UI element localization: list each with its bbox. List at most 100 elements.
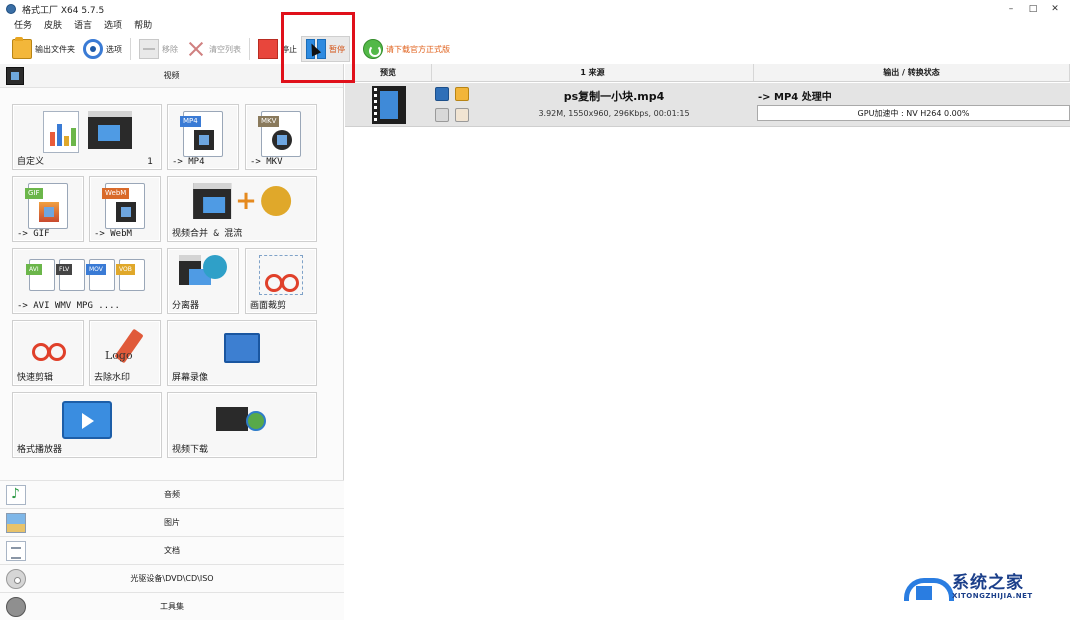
stop-label: 停止 xyxy=(281,44,297,54)
eraser-icon xyxy=(105,327,145,367)
tile-label: 视频合并 & 混流 xyxy=(172,229,243,239)
menu-bar: 任务 皮肤 语言 选项 帮助 xyxy=(0,18,158,34)
tile-video-merge[interactable]: + 视频合并 & 混流 xyxy=(167,176,317,242)
tile-crop[interactable]: 画面裁剪 xyxy=(245,248,317,314)
tile-to-gif[interactable]: GIF -> GIF xyxy=(12,176,84,242)
avi-file-icon: AVI xyxy=(26,259,55,291)
settings-icon[interactable] xyxy=(435,108,449,122)
download-official-link[interactable]: 请下载官方正式版 xyxy=(359,36,454,62)
download-official-label: 请下载官方正式版 xyxy=(386,44,450,54)
menu-options[interactable]: 选项 xyxy=(98,18,128,34)
player-art xyxy=(62,401,112,439)
audio-icon xyxy=(6,485,26,505)
image-icon xyxy=(6,513,26,533)
house-logo-icon xyxy=(904,570,954,602)
clear-list-label: 清空列表 xyxy=(209,44,241,54)
tile-format-player[interactable]: 格式播放器 xyxy=(12,392,162,458)
category-label: 音频 xyxy=(164,490,180,499)
folder-icon[interactable] xyxy=(455,87,469,101)
column-header-output[interactable]: 输出 / 转换状态 xyxy=(754,64,1070,81)
mkv-file-icon: MKV xyxy=(258,111,301,157)
copy-icon[interactable] xyxy=(455,108,469,122)
close-button[interactable]: ✕ xyxy=(1044,2,1066,16)
window-title: 格式工厂 X64 5.7.5 xyxy=(22,5,105,16)
file-tag: VOB xyxy=(116,264,135,275)
remove-button[interactable]: 移除 xyxy=(135,36,182,62)
film-icon xyxy=(193,183,232,219)
tile-to-multi-format[interactable]: AVI FLV MOV VOB -> AVI WMV MPG .... xyxy=(12,248,162,314)
info-icon[interactable] xyxy=(435,87,449,101)
task-list: 预览 1 来源 输出 / 转换状态 ps复制一小块.mp4 3.92M, 155… xyxy=(345,64,1070,620)
category-label: 文档 xyxy=(164,546,180,555)
toolbar-divider xyxy=(130,38,131,60)
file-tag: MOV xyxy=(86,264,106,275)
category-document[interactable]: 文档 xyxy=(0,536,344,564)
custom-art xyxy=(43,111,132,153)
output-folder-button[interactable]: 输出文件夹 xyxy=(8,36,79,62)
category-video[interactable]: 视频 xyxy=(0,64,343,88)
tile-to-mp4[interactable]: MP4 -> MP4 xyxy=(167,104,239,170)
maximize-button[interactable]: □ xyxy=(1022,2,1044,16)
mp4-file-art: MP4 xyxy=(180,111,223,157)
watermark-url: XITONGZHIJIA.NET xyxy=(952,592,1033,600)
tile-label: 屏幕录像 xyxy=(172,373,209,383)
tile-custom[interactable]: 自定义 1 xyxy=(12,104,162,170)
category-image[interactable]: 图片 xyxy=(0,508,344,536)
document-icon xyxy=(6,541,26,561)
play-icon xyxy=(62,401,112,439)
tile-label: -> GIF xyxy=(17,229,50,239)
category-disc[interactable]: 光驱设备\DVD\CD\ISO xyxy=(0,564,344,592)
stop-button[interactable]: 停止 xyxy=(254,36,301,62)
mp4-file-icon: MP4 xyxy=(180,111,223,157)
category-list: 音频 图片 文档 光驱设备\DVD\CD\ISO 工具集 xyxy=(0,480,344,620)
tile-video-download[interactable]: 视频下载 xyxy=(167,392,317,458)
title-bar: 格式工厂 X64 5.7.5 – □ ✕ xyxy=(0,0,1070,18)
task-actions xyxy=(435,87,475,123)
film-icon xyxy=(116,202,136,222)
film-icon xyxy=(179,255,211,285)
tools-icon xyxy=(6,597,26,617)
progress-text: GPU加速中 : NV H264 0.00% xyxy=(857,108,970,118)
tile-label: 视频下载 xyxy=(172,445,209,455)
mkv-file-art: MKV xyxy=(258,111,301,157)
plus-icon: + xyxy=(235,186,257,216)
pause-button[interactable]: 暂停 xyxy=(301,36,350,62)
menu-task[interactable]: 任务 xyxy=(8,18,38,34)
options-button[interactable]: 选项 xyxy=(79,36,126,62)
category-audio[interactable]: 音频 xyxy=(0,480,344,508)
minimize-button[interactable]: – xyxy=(1000,2,1022,16)
tile-quick-cut[interactable]: 快速剪辑 xyxy=(12,320,84,386)
column-header-source[interactable]: 1 来源 xyxy=(432,64,754,81)
gif-file-art: GIF xyxy=(25,183,68,229)
menu-help[interactable]: 帮助 xyxy=(128,18,158,34)
file-tag: AVI xyxy=(26,264,42,275)
tile-remove-watermark[interactable]: 去除水印 xyxy=(89,320,161,386)
tile-to-mkv[interactable]: MKV -> MKV xyxy=(245,104,317,170)
crop-art xyxy=(259,255,303,295)
tile-screen-record[interactable]: 屏幕录像 xyxy=(167,320,317,386)
vob-file-icon: VOB xyxy=(116,259,145,291)
tile-label: 画面裁剪 xyxy=(250,301,287,311)
tile-splitter[interactable]: 分离器 xyxy=(167,248,239,314)
pause-label: 暂停 xyxy=(329,44,345,54)
tile-to-webm[interactable]: WebM -> WebM xyxy=(89,176,161,242)
toolbar-divider xyxy=(249,38,250,60)
category-tools[interactable]: 工具集 xyxy=(0,592,344,620)
video-category-icon xyxy=(6,67,24,85)
tile-count: 1 xyxy=(147,157,153,167)
column-header-preview[interactable]: 预览 xyxy=(345,64,432,81)
tile-label: -> MP4 xyxy=(172,157,205,167)
refresh-icon xyxy=(363,39,383,59)
task-list-header: 预览 1 来源 输出 / 转换状态 xyxy=(345,64,1070,82)
window-controls: – □ ✕ xyxy=(1000,2,1066,16)
file-tag: MP4 xyxy=(180,116,201,127)
task-row[interactable]: ps复制一小块.mp4 3.92M, 1550x960, 296Kbps, 00… xyxy=(345,83,1070,127)
menu-skin[interactable]: 皮肤 xyxy=(38,18,68,34)
folder-icon xyxy=(12,37,32,59)
site-watermark: 系统之家 XITONGZHIJIA.NET xyxy=(904,568,1054,608)
task-meta: 3.92M, 1550x960, 296Kbps, 00:01:15 xyxy=(538,109,690,118)
clear-list-button[interactable]: 清空列表 xyxy=(182,36,245,62)
menu-language[interactable]: 语言 xyxy=(68,18,98,34)
tile-label: 格式播放器 xyxy=(17,445,63,455)
screen-record-art xyxy=(224,333,260,363)
